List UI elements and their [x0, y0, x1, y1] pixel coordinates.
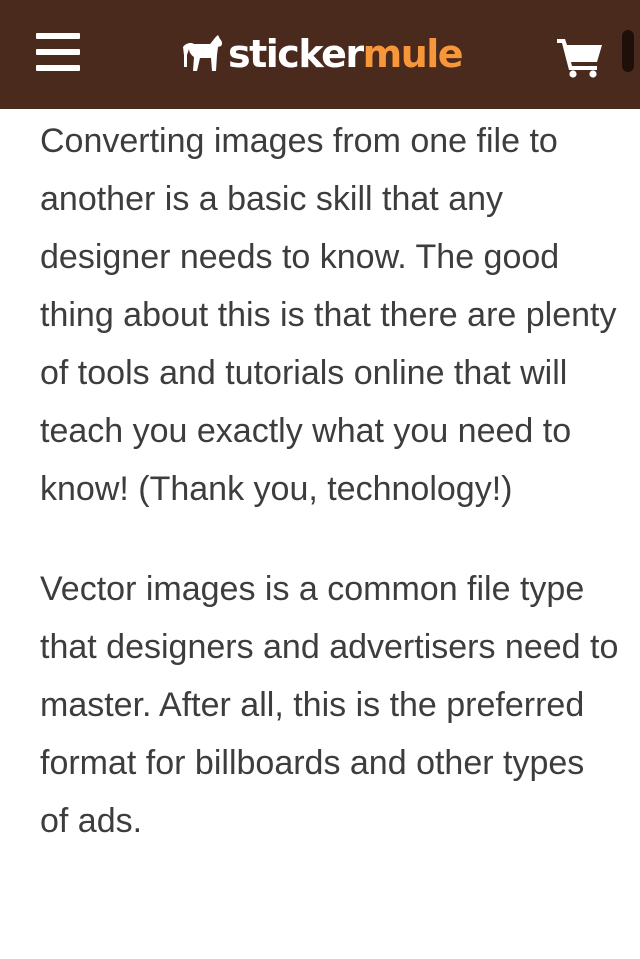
- menu-line: [36, 49, 80, 55]
- brand-name-part2: mule: [362, 32, 464, 76]
- menu-line: [36, 33, 80, 39]
- brand-name-part1: sticker: [228, 32, 364, 76]
- mule-logo-icon: [183, 35, 223, 71]
- article-paragraph: Converting images from one file to anoth…: [40, 122, 617, 508]
- menu-line: [36, 65, 80, 71]
- article-body: Converting images from one file to anoth…: [40, 112, 620, 850]
- sticker-mule-logo[interactable]: stickermule: [180, 26, 464, 82]
- top-navigation-bar: stickermule: [0, 0, 640, 109]
- article-paragraph: Vector images is a common file type that…: [40, 570, 619, 840]
- cart-icon-graphic: [557, 39, 602, 78]
- shopping-cart-icon[interactable]: [556, 36, 604, 78]
- scroll-indicator: [622, 30, 634, 72]
- brand-wordmark: stickermule: [228, 32, 464, 76]
- hamburger-menu-icon[interactable]: [36, 31, 82, 75]
